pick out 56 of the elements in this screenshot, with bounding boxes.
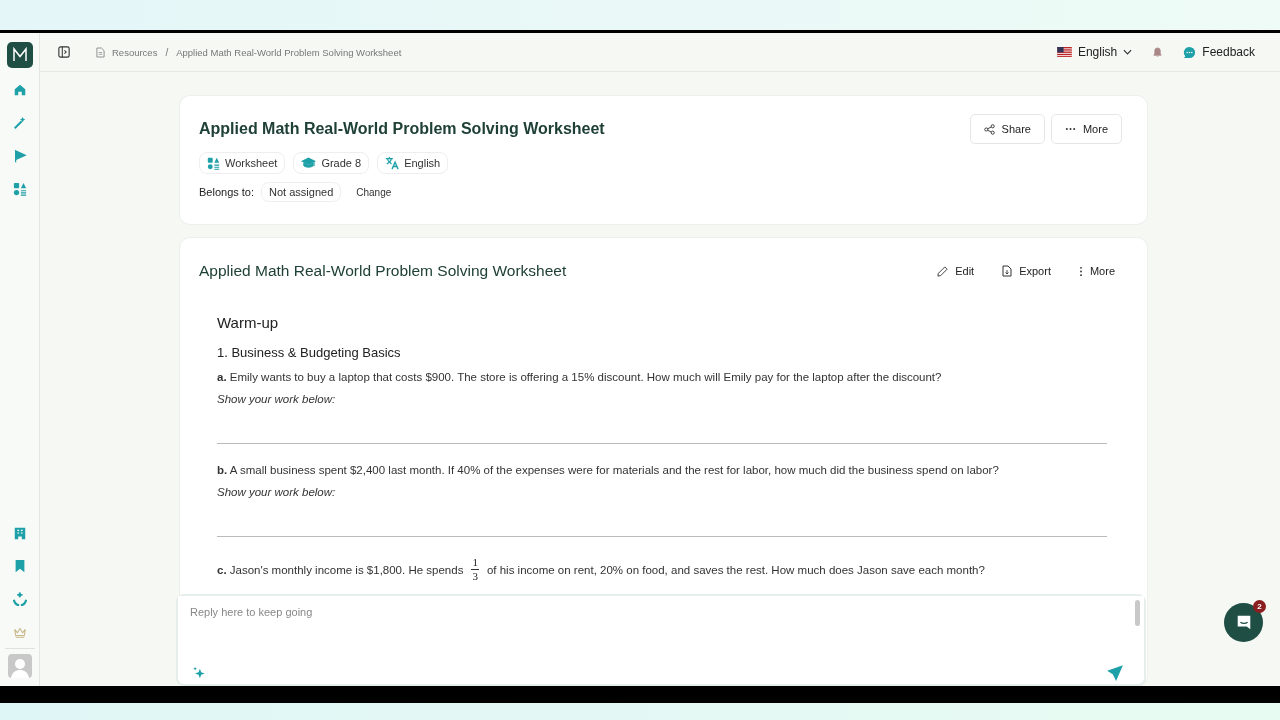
wand-icon[interactable]	[12, 116, 27, 130]
sparkle-icon[interactable]	[192, 666, 206, 680]
vertical-ellipsis-icon	[1078, 265, 1083, 277]
breadcrumb-link[interactable]: Applied Math Real-World Problem Solving Worksheet	[176, 46, 402, 58]
worksheet-title: Applied Math Real-World Problem Solving Worksheet	[199, 262, 567, 280]
flag-icon[interactable]	[12, 149, 27, 163]
question-text: of his income on rent, 20% on food, and saves the rest. How much does Jason save each month?	[486, 563, 985, 576]
graduation-cap-icon	[301, 157, 317, 169]
scrollbar-thumb[interactable]	[1135, 600, 1140, 626]
export-button[interactable]: Export	[1002, 265, 1051, 277]
share-icon	[983, 123, 995, 135]
topic-heading: 1. Business & Budgeting Basics	[217, 345, 402, 360]
reply-box[interactable]: Reply here to keep going	[176, 594, 1146, 686]
shapes-icon	[207, 156, 220, 170]
flag-icon	[1056, 47, 1072, 57]
avatar-icon[interactable]	[7, 654, 32, 678]
breadcrumb-link[interactable]: Resources	[112, 46, 158, 58]
assignment-tag: Not assigned	[261, 182, 342, 202]
breadcrumb-separator: /	[165, 46, 169, 58]
bell-icon[interactable]	[1152, 46, 1164, 58]
crown-icon[interactable]	[12, 625, 27, 639]
question-text: b. A small business spent $2,400 last month. If 40% of the expenses were for materials and the rest for labor, how much did the business spend on labor?	[217, 464, 1000, 476]
language-tag: English	[377, 152, 449, 174]
work-prompt: Show your work below:	[217, 486, 337, 498]
resource-title: Applied Math Real-World Problem Solving Worksheet	[199, 120, 605, 138]
work-prompt: Show your work below:	[217, 393, 337, 405]
change-button[interactable]: Change	[356, 186, 392, 198]
feedback-button[interactable]: Feedback	[1183, 45, 1255, 59]
ellipsis-icon	[1064, 127, 1076, 131]
language-selector[interactable]: English	[1056, 45, 1133, 59]
translate-icon	[385, 156, 400, 170]
pencil-icon	[937, 265, 949, 277]
question-text: c. Jason's monthly income is $1,800. He spends	[217, 563, 464, 576]
grade-tag: Grade 8	[293, 152, 370, 174]
section-heading: Warm-up	[217, 314, 280, 331]
sidebar-toggle-icon[interactable]	[58, 46, 70, 58]
send-icon[interactable]	[1106, 664, 1124, 682]
shapes-icon[interactable]	[12, 182, 27, 196]
share-button[interactable]: Share	[969, 114, 1045, 144]
document-icon	[96, 46, 105, 58]
edit-button[interactable]: Edit	[937, 265, 975, 277]
logo-icon[interactable]	[6, 42, 33, 68]
chevron-down-icon	[1123, 49, 1133, 55]
more-button[interactable]: More	[1050, 114, 1122, 144]
more-button[interactable]: More	[1078, 265, 1115, 277]
hands-plus-icon[interactable]	[12, 592, 27, 606]
chat-bubble-icon	[1183, 45, 1197, 59]
fraction: 1 3	[471, 557, 479, 582]
file-download-icon	[1002, 265, 1013, 277]
home-icon[interactable]	[12, 83, 27, 97]
building-icon[interactable]	[12, 526, 27, 540]
notification-badge: 2	[1253, 600, 1266, 613]
belongs-to-label: Belongs to:	[199, 186, 255, 198]
chat-button[interactable]: 2	[1224, 603, 1263, 642]
type-tag: Worksheet	[199, 152, 286, 174]
question-text: a. Emily wants to buy a laptop that costs $900. The store is offering a 15% discount. How much will Emily pay for the laptop after the discount?	[217, 371, 943, 383]
